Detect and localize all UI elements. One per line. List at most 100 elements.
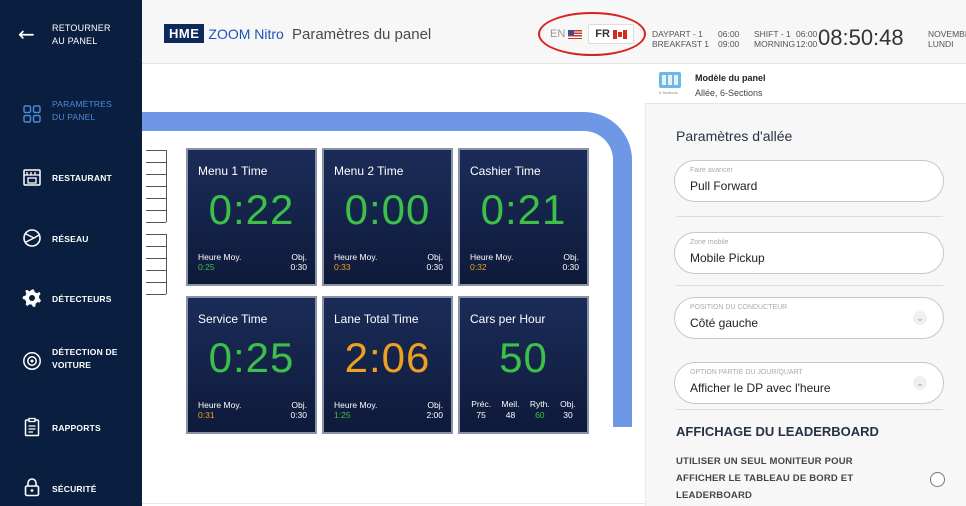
network-icon bbox=[23, 229, 41, 247]
chevron-down-icon: ⌄ bbox=[913, 311, 927, 325]
grid-icon bbox=[23, 105, 41, 123]
sidebar-item-label: RÉSEAU bbox=[52, 234, 89, 244]
tile-menu-1-time[interactable]: Menu 1 Time 0:22 Heure Moy. 0:25 Obj. 0:… bbox=[186, 148, 317, 286]
tile-value: 0:25 bbox=[208, 334, 295, 381]
stat-label: Meil. bbox=[501, 399, 520, 409]
field-value: Côté gauche bbox=[690, 316, 759, 330]
tile-cashier-time[interactable]: Cashier Time 0:21 Heure Moy. 0:32 Obj. 0… bbox=[458, 148, 589, 286]
lane-settings-panel: Paramètres d'allée Faire avancer Pull Fo… bbox=[645, 104, 966, 506]
store-icon bbox=[23, 169, 41, 186]
goal-label: Obj. bbox=[563, 252, 579, 262]
gear-icon bbox=[22, 289, 41, 307]
back-to-panel-button[interactable]: ← RETOURNER AU PANEL bbox=[0, 0, 142, 64]
stat-previous: Préc. 75 bbox=[471, 399, 491, 421]
daypart-time-end: 09:00 bbox=[718, 39, 740, 49]
shift-time-end: 12:00 bbox=[796, 39, 818, 49]
goal-value: 2:00 bbox=[426, 410, 443, 420]
divider bbox=[142, 503, 645, 504]
leaderboard-radio[interactable] bbox=[930, 472, 945, 487]
tile-goal: Obj. 0:30 bbox=[290, 400, 307, 420]
goal-value: 0:30 bbox=[290, 262, 307, 272]
tile-avg: Heure Moy. 0:32 bbox=[470, 252, 513, 272]
tile-title: Cashier Time bbox=[470, 164, 541, 178]
annotation-circle bbox=[538, 12, 646, 56]
tile-avg: Heure Moy. 0:31 bbox=[198, 400, 241, 420]
daypart-label: DAYPART - 1 bbox=[652, 29, 703, 39]
avg-label: Heure Moy. bbox=[470, 252, 514, 262]
divider bbox=[676, 409, 943, 410]
sidebar-item-security[interactable]: SÉCURITÉ bbox=[0, 474, 142, 506]
panel-model-card[interactable]: 6 Sections Modèle du panel Allée, 6-Sect… bbox=[645, 64, 966, 104]
back-label: RETOURNER AU PANEL bbox=[52, 23, 111, 46]
pull-forward-field[interactable]: Faire avancer Pull Forward bbox=[674, 160, 944, 202]
avg-value: 0:31 bbox=[198, 410, 215, 420]
sidebar: ← RETOURNER AU PANEL PARAMÈTRES DU PANEL… bbox=[0, 0, 142, 506]
sidebar-item-reports[interactable]: RAPPORTS bbox=[0, 413, 142, 463]
daypart-value: BREAKFAST 1 bbox=[652, 39, 710, 49]
stat-value: 30 bbox=[563, 410, 573, 420]
leaderboard-option-label: UTILISER UN SEUL MONITEUR POUR AFFICHER … bbox=[676, 456, 854, 501]
tile-title: Lane Total Time bbox=[334, 312, 419, 326]
tile-service-time[interactable]: Service Time 0:25 Heure Moy. 0:31 Obj. 0… bbox=[186, 296, 317, 434]
divider bbox=[676, 285, 943, 286]
clock: 08:50:48 bbox=[818, 25, 904, 50]
avg-label: Heure Moy. bbox=[334, 400, 378, 410]
tile-menu-2-time[interactable]: Menu 2 Time 0:00 Heure Moy. 0:33 Obj. 0:… bbox=[322, 148, 453, 286]
stat-goal: Obj. 30 bbox=[560, 399, 576, 421]
sidebar-item-network[interactable]: RÉSEAU bbox=[0, 224, 142, 274]
goal-label: Obj. bbox=[291, 400, 307, 410]
tile-value: 0:00 bbox=[344, 186, 431, 233]
hme-logo: HME ZOOM Nitro bbox=[164, 24, 284, 43]
stat-value: 48 bbox=[505, 410, 516, 420]
car-detect-icon bbox=[23, 352, 41, 370]
driver-position-select[interactable]: POSITION DU CONDUCTEUR Côté gauche ⌄ bbox=[674, 297, 944, 339]
tile-cars-per-hour[interactable]: Cars per Hour 50 Préc. 75 Meil. 48 Ryth.… bbox=[458, 296, 589, 434]
stat-best: Meil. 48 bbox=[502, 399, 520, 421]
sidebar-item-restaurant[interactable]: RESTAURANT bbox=[0, 163, 142, 213]
tile-lane-total-time[interactable]: Lane Total Time 2:06 Heure Moy. 1:25 Obj… bbox=[322, 296, 453, 434]
stat-value: 60 bbox=[535, 410, 545, 420]
divider bbox=[676, 216, 943, 217]
goal-value: 0:30 bbox=[562, 262, 579, 272]
stat-label: Préc. bbox=[471, 399, 492, 409]
arrow-left-icon: ← bbox=[18, 22, 35, 46]
stat-label: Obj. bbox=[560, 399, 576, 409]
tile-value: 2:06 bbox=[344, 334, 431, 381]
shift-times: 06:00 12:00 bbox=[796, 29, 817, 49]
sidebar-item-detectors[interactable]: DÉTECTEURS bbox=[0, 284, 142, 334]
field-label: Faire avancer bbox=[690, 167, 733, 174]
goal-label: Obj. bbox=[427, 400, 443, 410]
avg-value: 0:25 bbox=[198, 262, 215, 272]
field-value: Mobile Pickup bbox=[690, 251, 765, 265]
month: NOVEMBRE bbox=[928, 29, 966, 39]
chevron-down-icon: ⌄ bbox=[913, 376, 927, 390]
goal-label: Obj. bbox=[291, 252, 307, 262]
logo-hme-text: HME bbox=[164, 24, 205, 43]
goal-label: Obj. bbox=[427, 252, 443, 262]
avg-label: Heure Moy. bbox=[198, 252, 242, 262]
sidebar-item-car-detection[interactable]: DÉTECTION DE VOITURE bbox=[0, 346, 142, 396]
panel-model-title: Modèle du panel bbox=[695, 73, 766, 83]
tile-title: Service Time bbox=[198, 312, 268, 326]
goal-value: 0:30 bbox=[290, 410, 307, 420]
shift-label: SHIFT - 1 bbox=[754, 29, 791, 39]
avg-label: Heure Moy. bbox=[334, 252, 378, 262]
logo-product-text: ZOOM Nitro bbox=[208, 25, 284, 42]
tile-goal: Obj. 0:30 bbox=[426, 252, 443, 272]
daypart-option-select[interactable]: OPTION PARTIE DU JOUR/QUART Afficher le … bbox=[674, 362, 944, 404]
cars-stats: Préc. 75 Meil. 48 Ryth. 60 Obj. 30 bbox=[460, 399, 587, 421]
stat-value: 75 bbox=[476, 410, 486, 420]
mobile-zone-field[interactable]: Zone mobile Mobile Pickup bbox=[674, 232, 944, 274]
daypart-time-start: 06:00 bbox=[718, 29, 740, 39]
date-info: NOVEMBRE LUNDI bbox=[928, 29, 966, 49]
daypart-times: 06:00 09:00 bbox=[718, 29, 739, 49]
tile-value: 50 bbox=[499, 334, 548, 381]
stat-pace: Ryth. 60 bbox=[530, 399, 550, 421]
avg-label: Heure Moy. bbox=[198, 400, 242, 410]
tile-title: Menu 2 Time bbox=[334, 164, 404, 178]
shift-time-start: 06:00 bbox=[796, 29, 818, 39]
sidebar-item-label: RAPPORTS bbox=[52, 423, 101, 433]
goal-value: 0:30 bbox=[426, 262, 443, 272]
sidebar-item-panel-settings[interactable]: PARAMÈTRES DU PANEL bbox=[0, 98, 142, 148]
stat-label: Ryth. bbox=[529, 399, 550, 409]
